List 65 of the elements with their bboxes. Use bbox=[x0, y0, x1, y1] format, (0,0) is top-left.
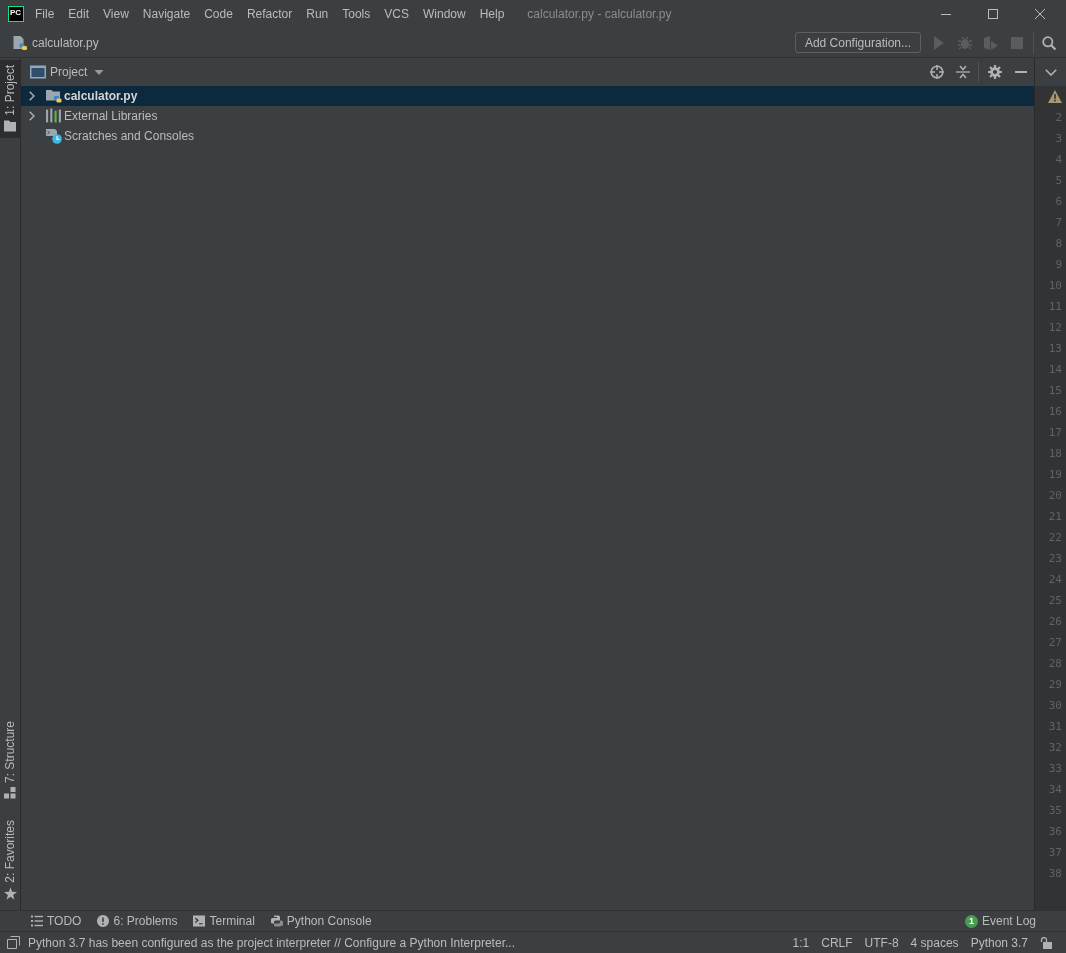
search-icon bbox=[1042, 35, 1056, 50]
crosshair-icon bbox=[930, 65, 944, 79]
unlocked-padlock-icon[interactable] bbox=[1040, 936, 1052, 949]
menu-item[interactable]: View bbox=[96, 3, 136, 25]
chevron-right-icon[interactable] bbox=[27, 91, 37, 101]
interpreter-name[interactable]: Python 3.7 bbox=[964, 933, 1034, 952]
line-separator[interactable]: CRLF bbox=[815, 933, 859, 952]
scratch-clock-icon bbox=[46, 128, 62, 144]
tool-window-tab[interactable]: Python Console bbox=[265, 911, 377, 931]
terminal-icon bbox=[193, 915, 206, 927]
window-icon bbox=[30, 64, 46, 80]
tool-windows-icon[interactable] bbox=[7, 936, 20, 949]
tree-item[interactable]: External Libraries bbox=[21, 106, 1034, 126]
menu-item[interactable]: VCS bbox=[377, 3, 416, 25]
cursor-position[interactable]: 1:1 bbox=[786, 933, 816, 952]
chevron-right-icon[interactable] bbox=[27, 111, 37, 121]
library-bars-icon bbox=[46, 108, 62, 124]
app-logo: PC bbox=[8, 6, 24, 22]
menu-item[interactable]: Run bbox=[299, 3, 336, 25]
folder-icon bbox=[4, 119, 16, 132]
python-file-icon bbox=[12, 34, 28, 51]
notification-count: 1 bbox=[964, 914, 978, 928]
tool-window-tab[interactable]: Terminal bbox=[188, 911, 260, 931]
menu-item[interactable]: Code bbox=[197, 3, 240, 25]
python-icon bbox=[270, 915, 283, 927]
python-folder-icon bbox=[46, 88, 62, 104]
menu-item[interactable]: Refactor bbox=[239, 3, 300, 25]
tree-item[interactable]: Scratches and Consoles bbox=[21, 126, 1034, 146]
tool-window-tab[interactable]: TODO bbox=[26, 911, 87, 931]
menu-item[interactable]: Help bbox=[472, 3, 512, 25]
tool-window-tab[interactable]: 7: Structure bbox=[0, 716, 20, 806]
gear-icon bbox=[988, 65, 1002, 79]
window-title: calculator.py - calculator.py bbox=[527, 7, 672, 21]
menu-item[interactable]: Edit bbox=[61, 3, 97, 25]
run-icon bbox=[932, 35, 946, 50]
menu-item[interactable]: Tools bbox=[335, 3, 378, 25]
add-configuration-button[interactable]: Add Configuration... bbox=[794, 32, 921, 53]
collapse-icon bbox=[956, 65, 970, 79]
tool-window-tab[interactable]: 6: Problems bbox=[92, 911, 183, 931]
menu-item[interactable]: Navigate bbox=[135, 3, 198, 25]
bug-icon bbox=[958, 35, 972, 50]
caret-down-icon[interactable] bbox=[94, 69, 105, 75]
list-icon bbox=[31, 915, 43, 927]
chevron-down-icon[interactable] bbox=[1044, 68, 1057, 76]
menu-item[interactable]: File bbox=[28, 3, 62, 25]
shield-play-icon bbox=[984, 35, 998, 50]
maximize-icon bbox=[987, 9, 998, 19]
breadcrumb[interactable]: calculator.py bbox=[32, 33, 99, 52]
warning-icon bbox=[1048, 90, 1062, 103]
status-message[interactable]: Python 3.7 has been configured as the project interpreter // Configure a Python Interpreter... bbox=[28, 935, 515, 950]
indent-setting[interactable]: 4 spaces bbox=[904, 933, 965, 952]
minimize-icon bbox=[940, 13, 951, 15]
event-log-tab[interactable]: 1 Event Log bbox=[959, 911, 1041, 931]
tool-window-tab[interactable]: 1: Project bbox=[0, 60, 20, 138]
star-icon bbox=[3, 887, 17, 900]
menu-item[interactable]: Window bbox=[415, 3, 473, 25]
structure-icon bbox=[4, 787, 16, 800]
file-encoding[interactable]: UTF-8 bbox=[858, 933, 905, 952]
event-log-label: Event Log bbox=[981, 914, 1036, 928]
stop-icon bbox=[1011, 36, 1023, 49]
minimize-icon bbox=[1015, 71, 1027, 73]
close-icon bbox=[1034, 9, 1045, 19]
panel-title[interactable]: Project bbox=[50, 65, 88, 79]
tree-item[interactable]: calculator.py bbox=[21, 86, 1034, 106]
tool-window-tab[interactable]: 2: Favorites bbox=[0, 815, 20, 906]
